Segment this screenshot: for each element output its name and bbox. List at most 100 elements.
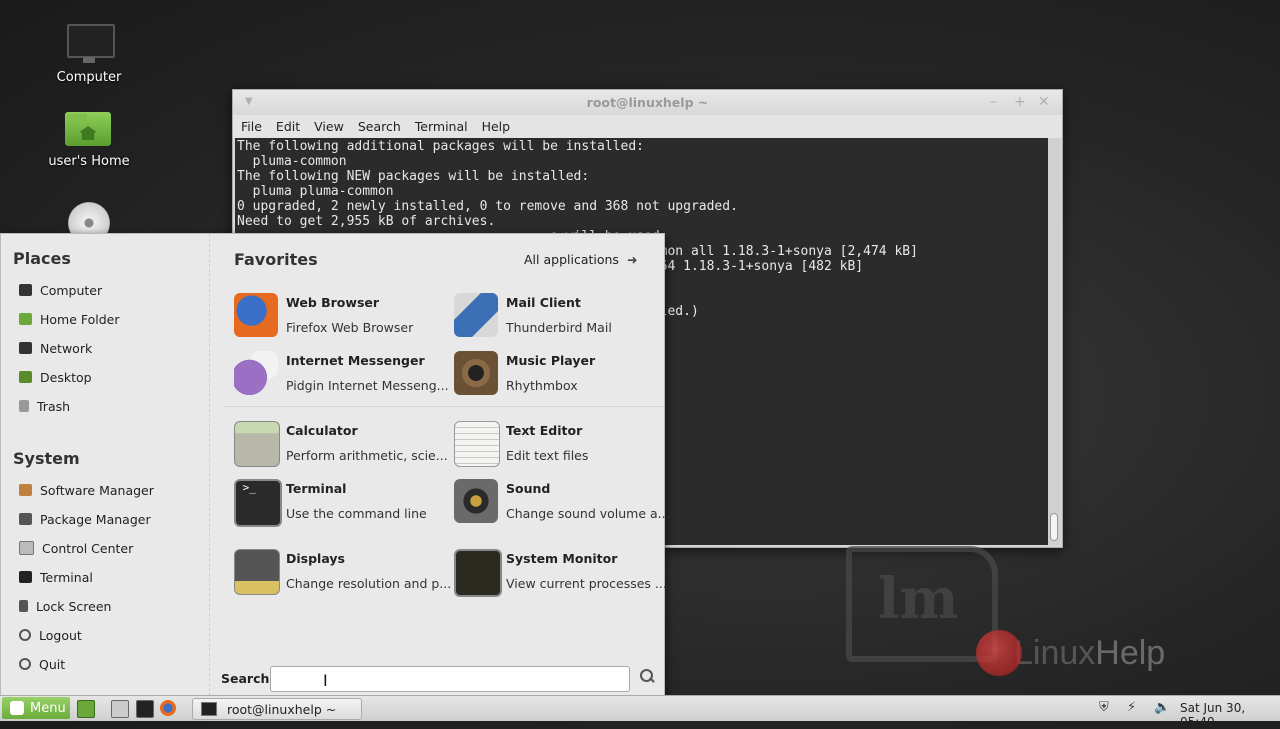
system-logout[interactable]: Logout: [19, 624, 82, 646]
menu-view[interactable]: View: [314, 119, 344, 134]
menu-terminal[interactable]: Terminal: [415, 119, 468, 134]
app-desc: Pidgin Internet Messeng...: [286, 378, 449, 393]
terminal-icon: [19, 571, 32, 583]
linuxhelp-logo-icon: [976, 630, 1022, 676]
place-computer[interactable]: Computer: [19, 279, 102, 301]
linuxhelp-watermark: LinuxHelp: [976, 628, 1165, 678]
pidgin-icon: [234, 351, 278, 395]
arrow-right-icon: ➜: [626, 252, 638, 267]
system-label: Lock Screen: [36, 598, 112, 614]
system-control-center[interactable]: Control Center: [19, 537, 133, 559]
app-name: Terminal: [286, 481, 347, 496]
speaker-icon: [454, 351, 498, 395]
home-folder-icon: [65, 106, 113, 150]
clock[interactable]: Sat Jun 30, 05:40: [1180, 701, 1280, 729]
app-name: System Monitor: [506, 551, 618, 566]
favorites-title: Favorites: [234, 250, 318, 269]
firefox-launcher-icon[interactable]: [160, 700, 176, 716]
text-cursor-icon: I: [323, 671, 328, 690]
terminal-titlebar[interactable]: ▼ root@linuxhelp ~ – + ✕: [233, 90, 1062, 115]
minimize-icon[interactable]: –: [990, 94, 997, 110]
system-label: Quit: [39, 656, 66, 672]
place-desktop[interactable]: Desktop: [19, 366, 92, 388]
app-desc: Change sound volume a...: [506, 506, 670, 521]
menu-help[interactable]: Help: [482, 119, 511, 134]
system-terminal[interactable]: Terminal: [19, 566, 93, 588]
scrollbar-thumb[interactable]: [1050, 513, 1058, 541]
place-home-folder[interactable]: Home Folder: [19, 308, 120, 330]
terminal-icon: [201, 702, 217, 716]
app-system-monitor[interactable]: System Monitor View current processes ..…: [454, 547, 669, 597]
system-software-manager[interactable]: Software Manager: [19, 479, 154, 501]
app-music-player[interactable]: Music Player Rhythmbox: [454, 349, 669, 399]
displays-icon: [234, 549, 280, 595]
start-menu: Places Computer Home Folder Network Desk…: [0, 233, 670, 697]
volume-icon[interactable]: 🔈: [1154, 700, 1170, 715]
menu-button-label: Menu: [30, 700, 66, 716]
menu-edit[interactable]: Edit: [276, 119, 300, 134]
divider: [223, 406, 663, 407]
search-input[interactable]: I: [270, 666, 630, 692]
menu-button[interactable]: Menu: [2, 697, 70, 719]
app-name: Internet Messenger: [286, 353, 425, 368]
app-desc: Thunderbird Mail: [506, 320, 612, 335]
search-label: Search:: [221, 671, 275, 686]
file-manager-icon[interactable]: [111, 700, 129, 718]
app-name: Music Player: [506, 353, 596, 368]
search-icon[interactable]: [638, 668, 656, 686]
app-displays[interactable]: Displays Change resolution and p...: [234, 547, 451, 597]
app-calculator[interactable]: Calculator Perform arithmetic, scie...: [234, 419, 449, 469]
desktop-icon-label: user's Home: [48, 154, 130, 169]
show-desktop-icon[interactable]: [77, 700, 95, 718]
system-lock-screen[interactable]: Lock Screen: [19, 595, 111, 617]
text-editor-icon: [454, 421, 500, 467]
shield-icon[interactable]: ⛨: [1099, 700, 1109, 715]
app-text-editor[interactable]: Text Editor Edit text files: [454, 419, 669, 469]
desktop-icon-label: Computer: [56, 70, 122, 85]
app-name: Web Browser: [286, 295, 380, 310]
places-title: Places: [13, 249, 71, 268]
close-icon[interactable]: ✕: [1038, 94, 1050, 110]
menu-search[interactable]: Search: [358, 119, 401, 134]
logout-icon: [19, 629, 31, 641]
place-label: Desktop: [40, 369, 92, 385]
maximize-icon[interactable]: +: [1014, 94, 1026, 110]
network-status-icon[interactable]: ⚡: [1127, 700, 1136, 715]
computer-icon: [19, 284, 32, 296]
terminal-launcher-icon[interactable]: [136, 700, 154, 718]
sound-icon: [454, 479, 498, 523]
app-mail-client[interactable]: Mail Client Thunderbird Mail: [454, 291, 669, 341]
desktop-home-icon[interactable]: user's Home: [34, 106, 144, 169]
system-label: Terminal: [40, 569, 93, 585]
brand-a: Linux: [1014, 633, 1096, 672]
terminal-menubar: File Edit View Search Terminal Help: [233, 115, 1062, 138]
app-sound[interactable]: Sound Change sound volume a...: [454, 477, 670, 527]
menu-file[interactable]: File: [241, 119, 262, 134]
app-internet-messenger[interactable]: Internet Messenger Pidgin Internet Messe…: [234, 349, 449, 399]
taskbar-window-terminal[interactable]: root@linuxhelp ~: [192, 698, 362, 720]
app-desc: Edit text files: [506, 448, 589, 463]
firefox-icon: [234, 293, 278, 337]
mint-menu-icon: [10, 701, 24, 715]
scrollbar[interactable]: [1048, 138, 1060, 545]
place-network[interactable]: Network: [19, 337, 92, 359]
app-terminal[interactable]: >_ Terminal Use the command line: [234, 477, 449, 527]
brand-b: Help: [1095, 633, 1166, 672]
system-monitor-icon: [454, 549, 502, 597]
all-applications-button[interactable]: All applications ➜: [524, 252, 637, 267]
app-desc: Firefox Web Browser: [286, 320, 414, 335]
app-desc: Perform arithmetic, scie...: [286, 448, 448, 463]
app-desc: Use the command line: [286, 506, 427, 521]
monitor-icon: [65, 22, 115, 66]
system-quit[interactable]: Quit: [19, 653, 65, 675]
desktop-computer-icon[interactable]: Computer: [34, 22, 144, 85]
app-web-browser[interactable]: Web Browser Firefox Web Browser: [234, 291, 449, 341]
system-label: Control Center: [42, 540, 134, 556]
app-name: Calculator: [286, 423, 358, 438]
app-desc: Rhythmbox: [506, 378, 578, 393]
system-label: Logout: [39, 627, 82, 643]
task-label: root@linuxhelp ~: [227, 701, 337, 717]
place-trash[interactable]: Trash: [19, 395, 70, 417]
desktop-icon: [19, 371, 32, 383]
system-package-manager[interactable]: Package Manager: [19, 508, 151, 530]
